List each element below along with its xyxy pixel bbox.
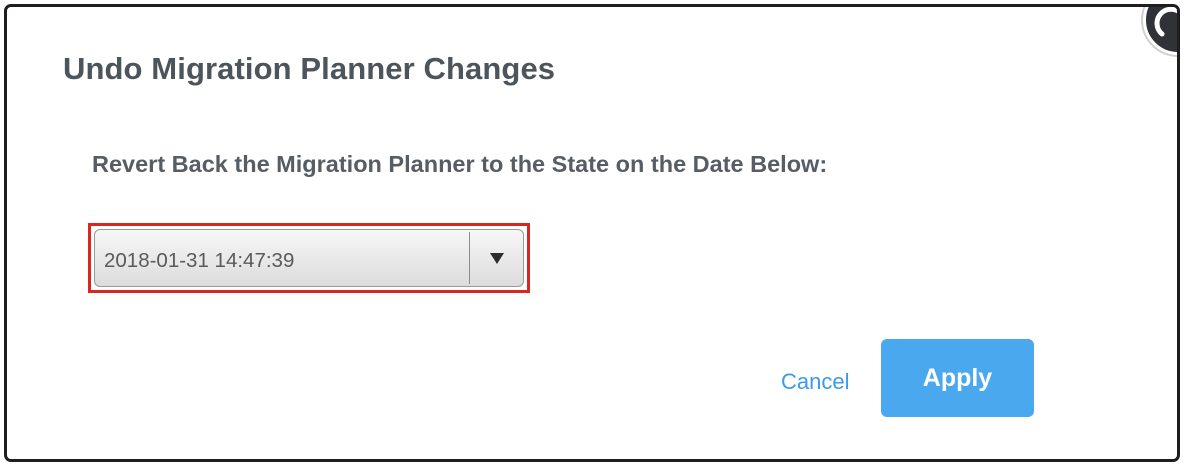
- dialog-title: Undo Migration Planner Changes: [63, 51, 556, 86]
- revert-date-select[interactable]: 2018-01-31 14:47:39: [94, 229, 524, 287]
- apply-button-label: Apply: [922, 363, 993, 392]
- triangle-down-icon[interactable]: [470, 230, 523, 286]
- apply-button[interactable]: Apply: [881, 339, 1034, 417]
- date-select-highlight: 2018-01-31 14:47:39: [88, 223, 530, 293]
- revert-prompt-label: Revert Back the Migration Planner to the…: [92, 151, 828, 177]
- close-icon[interactable]: [1143, 7, 1177, 55]
- cancel-button[interactable]: Cancel: [781, 369, 849, 395]
- revert-date-value: 2018-01-31 14:47:39: [104, 249, 295, 272]
- undo-changes-dialog: Undo Migration Planner Changes Revert Ba…: [4, 4, 1180, 462]
